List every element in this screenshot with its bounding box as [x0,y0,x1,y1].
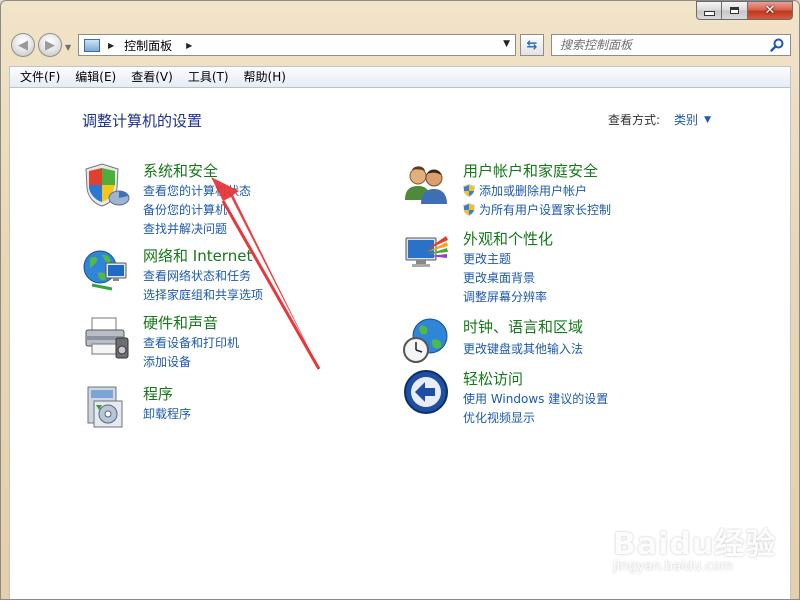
maximize-button[interactable] [722,1,748,20]
recent-pages-dropdown[interactable]: ▼ [65,43,71,52]
uac-shield-icon [463,184,475,197]
breadcrumb-control-panel[interactable]: 控制面板 [124,37,172,54]
ease-of-access-icon [404,370,448,414]
globe-network-icon [83,250,127,291]
category-title-appearance[interactable]: 外观和个性化 [463,228,553,249]
link-view-network-status[interactable]: 查看网络状态和任务 [143,267,251,284]
link-change-input-method[interactable]: 更改键盘或其他输入法 [463,340,583,357]
minimize-icon [703,11,715,16]
shield-icon [85,163,130,207]
baidu-watermark: Baidu经验 jingyan.baidu.com [613,519,776,574]
menu-tools[interactable]: 工具(T) [183,68,234,87]
search-input[interactable] [558,35,772,55]
category-title-system-security[interactable]: 系统和安全 [143,160,218,181]
page-title: 调整计算机的设置 [82,112,203,130]
link-devices-printers[interactable]: 查看设备和打印机 [143,334,239,351]
category-title-hardware-sound[interactable]: 硬件和声音 [143,312,218,333]
category-title-user-accounts[interactable]: 用户帐户和家庭安全 [463,160,598,181]
view-by-label: 查看方式: [608,113,661,127]
back-arrow-icon: ◀ [18,37,28,53]
menu-help[interactable]: 帮助(H) [239,68,291,87]
chevron-down-icon[interactable]: ▼ [704,115,711,125]
monitor-palette-icon [405,236,448,267]
minimize-button[interactable] [696,1,722,20]
back-button[interactable]: ◀ [11,33,35,57]
watermark-main: Baidu经验 [613,527,777,562]
menu-edit[interactable]: 编辑(E) [70,68,121,87]
menu-bar: 文件(F) 编辑(E) 查看(V) 工具(T) 帮助(H) [9,66,791,87]
refresh-button[interactable]: ⇆ [520,34,544,56]
view-by: 查看方式: 类别 ▼ [608,111,711,128]
control-panel-window: ✕ ◀ ▶ ▼ ▶ 控制面板 ▶ ▼ ⇆ 文件(F) 编辑(E) 查看(V) 工… [0,0,800,600]
forward-arrow-icon: ▶ [45,37,55,53]
navigation-bar: ◀ ▶ ▼ ▶ 控制面板 ▶ ▼ ⇆ [1,31,799,63]
link-backup-computer[interactable]: 备份您的计算机 [143,201,227,218]
clock-globe-icon [403,318,448,363]
close-button[interactable]: ✕ [748,1,793,20]
address-dropdown-icon[interactable]: ▼ [503,39,510,49]
search-box [551,34,791,56]
close-icon: ✕ [764,3,776,18]
link-parental-controls[interactable]: 为所有用户设置家长控制 [463,201,611,218]
breadcrumb-separator-icon[interactable]: ▶ [186,41,192,50]
link-optimize-video-display[interactable]: 优化视频显示 [463,409,535,426]
users-icon [405,166,447,204]
control-panel-icon [84,38,100,52]
view-by-dropdown[interactable]: 类别 [674,111,698,128]
category-title-programs[interactable]: 程序 [143,383,173,404]
link-find-fix-problems[interactable]: 查找并解决问题 [143,220,227,237]
search-icon[interactable] [770,38,784,52]
menu-view[interactable]: 查看(V) [126,68,178,87]
link-add-device[interactable]: 添加设备 [143,353,191,370]
link-change-desktop-background[interactable]: 更改桌面背景 [463,269,535,286]
maximize-icon [730,7,739,14]
link-recommended-settings[interactable]: 使用 Windows 建议的设置 [463,390,608,407]
address-bar[interactable]: ▶ 控制面板 ▶ ▼ [78,34,516,56]
forward-button[interactable]: ▶ [38,33,62,57]
link-uninstall-program[interactable]: 卸载程序 [143,405,191,422]
category-title-network-internet[interactable]: 网络和 Internet [143,245,252,266]
link-add-remove-accounts[interactable]: 添加或删除用户帐户 [463,182,587,199]
category-title-clock-language-region[interactable]: 时钟、语言和区域 [463,316,583,337]
link-view-computer-status[interactable]: 查看您的计算机状态 [143,182,251,199]
uac-shield-icon [463,203,475,216]
printer-icon [85,317,129,359]
caption-buttons: ✕ [696,1,793,21]
category-title-ease-of-access[interactable]: 轻松访问 [463,368,523,389]
programs-icon [87,386,123,428]
link-add-remove-accounts-label: 添加或删除用户帐户 [479,184,588,198]
menu-file[interactable]: 文件(F) [15,68,65,87]
link-change-theme[interactable]: 更改主题 [463,250,511,267]
link-homegroup-sharing[interactable]: 选择家庭组和共享选项 [143,286,263,303]
link-adjust-resolution[interactable]: 调整屏幕分辨率 [463,288,547,305]
breadcrumb-separator-icon[interactable]: ▶ [108,41,114,50]
link-parental-controls-label: 为所有用户设置家长控制 [479,203,612,217]
refresh-icon: ⇆ [526,37,538,53]
